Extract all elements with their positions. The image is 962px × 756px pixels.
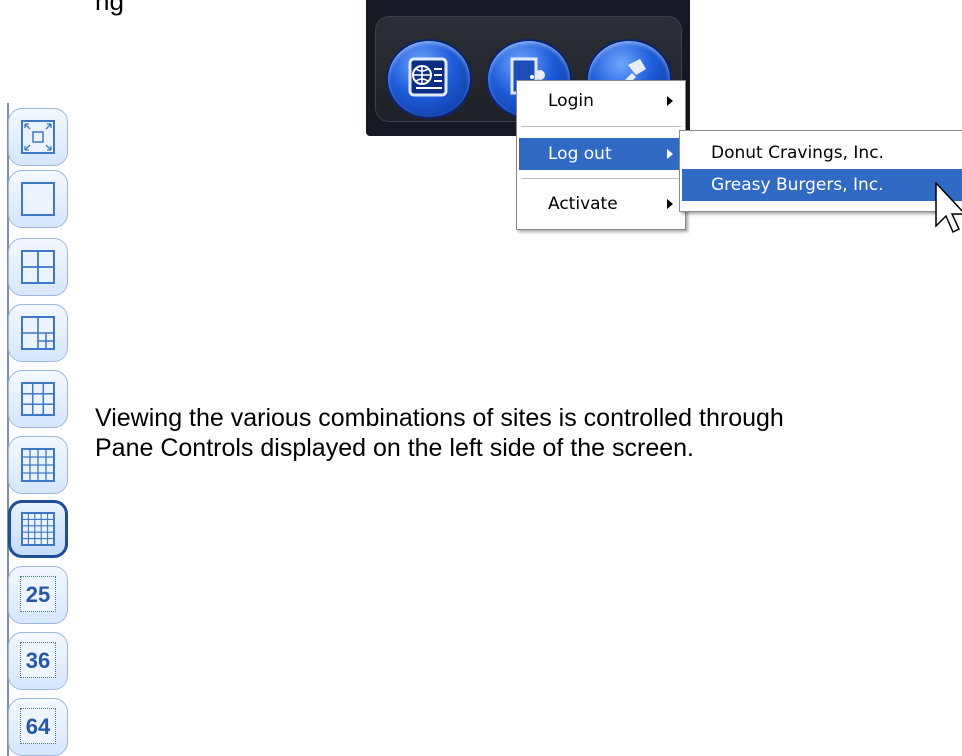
- menu-item-logout[interactable]: Log out: [519, 138, 683, 170]
- sites-button[interactable]: [386, 39, 472, 119]
- pane-button-4x4[interactable]: [8, 436, 68, 494]
- submenu-item-label: Donut Cravings, Inc.: [711, 143, 884, 163]
- grid-4x4-icon: [21, 448, 55, 482]
- pane-button-64[interactable]: 64: [8, 698, 68, 756]
- pane-button-25[interactable]: 25: [8, 566, 68, 624]
- user-context-menu: Login Log out Activate: [516, 80, 686, 230]
- description-text: Viewing the various combinations of site…: [95, 404, 784, 462]
- pane-button-mixed[interactable]: [8, 304, 68, 362]
- submenu-arrow-icon: [667, 149, 673, 159]
- menu-item-label: Activate: [548, 194, 618, 214]
- menu-item-activate[interactable]: Activate: [519, 188, 683, 220]
- submenu-item-greasy-burgers[interactable]: Greasy Burgers, Inc.: [682, 169, 962, 201]
- pane-button-fullscreen[interactable]: [8, 108, 68, 166]
- pane-button-36[interactable]: 36: [8, 632, 68, 690]
- grid-2x2-icon: [21, 250, 55, 284]
- sites-icon: [408, 57, 448, 97]
- pane-button-5x5[interactable]: [8, 500, 68, 558]
- menu-item-label: Login: [548, 91, 594, 111]
- pane-button-1x1[interactable]: [8, 170, 68, 228]
- caption-fragment: ng: [95, 0, 124, 16]
- pane-button-3x3[interactable]: [8, 370, 68, 428]
- logout-submenu: Donut Cravings, Inc. Greasy Burgers, Inc…: [679, 130, 962, 212]
- grid-5x5-icon: [21, 512, 55, 546]
- single-pane-icon: [21, 182, 55, 216]
- pane-button-2x2[interactable]: [8, 238, 68, 296]
- menu-item-label: Log out: [548, 144, 612, 164]
- grid-3x3-icon: [21, 382, 55, 416]
- submenu-item-label: Greasy Burgers, Inc.: [711, 175, 884, 195]
- menu-separator: [521, 178, 681, 179]
- submenu-arrow-icon: [667, 199, 673, 209]
- mouse-pointer-icon: [935, 182, 962, 234]
- submenu-arrow-icon: [667, 96, 673, 106]
- menu-item-login[interactable]: Login: [519, 85, 683, 117]
- menu-separator: [521, 126, 681, 127]
- pane-count-label: 36: [20, 642, 56, 678]
- pane-count-label: 64: [20, 708, 56, 744]
- fullscreen-icon: [21, 120, 55, 154]
- submenu-item-donut-cravings[interactable]: Donut Cravings, Inc.: [682, 137, 962, 169]
- pane-count-label: 25: [20, 576, 56, 612]
- grid-mixed-icon: [21, 316, 55, 350]
